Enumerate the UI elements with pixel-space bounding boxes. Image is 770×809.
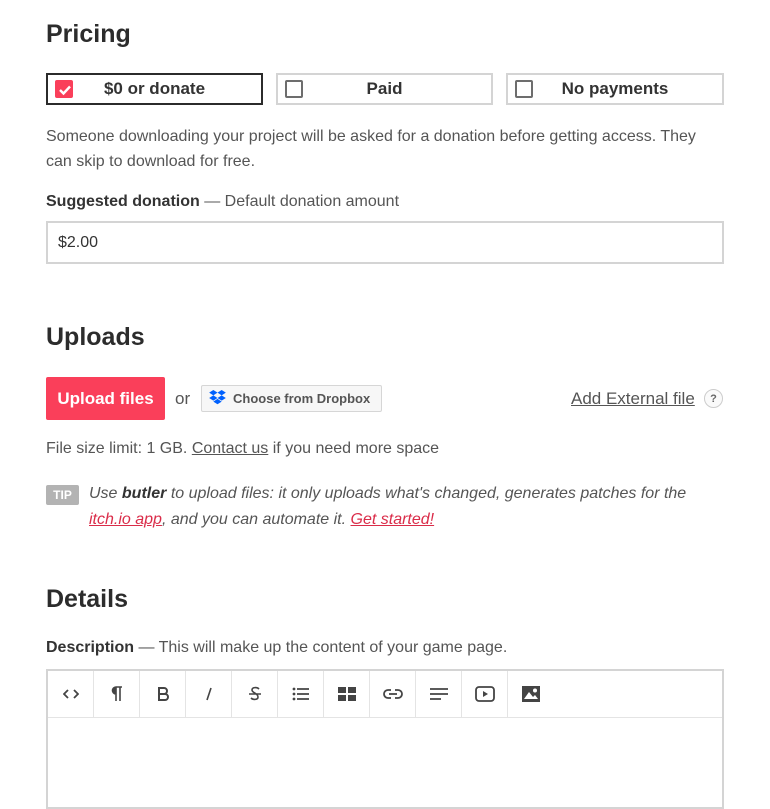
list-icon[interactable]: [278, 671, 324, 717]
pricing-option-no-payments[interactable]: No payments: [506, 73, 724, 105]
editor-toolbar: [48, 671, 722, 718]
file-size-info: File size limit: 1 GB. Contact us if you…: [46, 440, 439, 458]
code-icon[interactable]: [48, 671, 94, 717]
itchio-app-link[interactable]: itch.io app: [89, 511, 162, 528]
italic-icon[interactable]: [186, 671, 232, 717]
tip-middle: to upload files: it only uploads what's …: [170, 485, 687, 502]
description-editor[interactable]: [46, 669, 724, 809]
suggested-donation-title: Suggested donation: [46, 193, 200, 210]
pricing-heading: Pricing: [46, 20, 131, 48]
checkbox-checked-icon: [55, 80, 73, 98]
video-icon[interactable]: [462, 671, 508, 717]
description-label: Description — This will make up the cont…: [46, 639, 507, 657]
pricing-description: Someone downloading your project will be…: [46, 128, 696, 170]
add-external-file-link[interactable]: Add External file: [571, 389, 695, 409]
get-started-link[interactable]: Get started!: [351, 511, 435, 528]
help-icon[interactable]: ?: [704, 389, 723, 408]
or-text: or: [175, 389, 191, 408]
tip-after-link: , and you can automate it.: [161, 511, 347, 528]
dropbox-icon: [209, 389, 226, 408]
uploads-heading: Uploads: [46, 323, 145, 351]
checkbox-icon: [285, 80, 303, 98]
contact-us-link[interactable]: Contact us: [192, 440, 268, 457]
table-icon[interactable]: [324, 671, 370, 717]
tip-butler: butler: [121, 485, 167, 502]
pricing-option-label: Paid: [366, 79, 403, 98]
align-icon[interactable]: [416, 671, 462, 717]
description-title: Description: [46, 639, 135, 656]
page: Pricing $0 or donate Paid No payments So…: [0, 0, 770, 809]
suggested-donation-input[interactable]: [46, 221, 724, 264]
details-heading: Details: [46, 585, 128, 613]
checkbox-icon: [515, 80, 533, 98]
paragraph-icon[interactable]: [94, 671, 140, 717]
image-icon[interactable]: [508, 671, 554, 717]
dropbox-label: Choose from Dropbox: [233, 391, 371, 406]
strikethrough-icon[interactable]: [232, 671, 278, 717]
description-hint: — This will make up the content of your …: [138, 639, 508, 656]
butler-tip: Use butler to upload files: it only uplo…: [89, 481, 729, 533]
link-icon[interactable]: [370, 671, 416, 717]
choose-dropbox-button[interactable]: Choose from Dropbox: [201, 385, 382, 412]
pricing-option-label: No payments: [561, 79, 669, 98]
pricing-option-label: $0 or donate: [103, 79, 206, 98]
pricing-option-donate[interactable]: $0 or donate: [46, 73, 263, 105]
file-size-suffix: if you need more space: [272, 440, 440, 457]
file-size-limit: File size limit: 1 GB.: [46, 440, 188, 457]
upload-files-button[interactable]: Upload files: [46, 377, 165, 420]
suggested-donation-hint: — Default donation amount: [204, 193, 400, 210]
pricing-option-paid[interactable]: Paid: [276, 73, 493, 105]
tip-badge: TIP: [46, 485, 79, 505]
suggested-donation-label: Suggested donation — Default donation am…: [46, 193, 399, 211]
bold-icon[interactable]: [140, 671, 186, 717]
tip-prefix: Use: [89, 485, 118, 502]
